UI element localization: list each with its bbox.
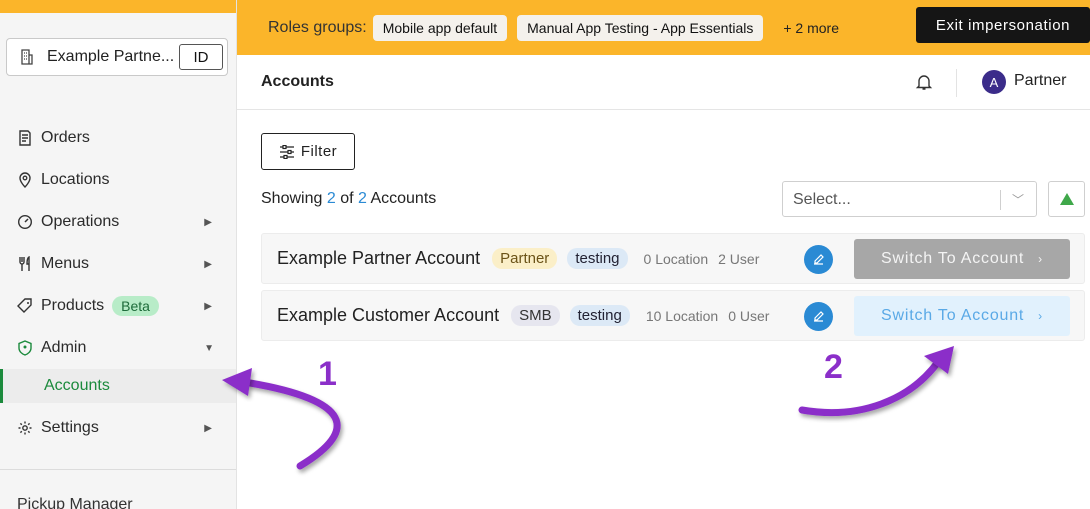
partner-name: Example Partne... — [47, 48, 175, 65]
beta-badge: Beta — [112, 296, 159, 316]
annotation-label-2: 2 — [824, 348, 843, 386]
location-count: 10 Location — [645, 307, 719, 324]
impersonation-banner: Roles groups: Mobile app default Manual … — [237, 0, 1090, 55]
showing-total: 2 — [357, 190, 367, 207]
avatar[interactable]: A — [982, 70, 1006, 94]
showing-count: 2 — [326, 190, 336, 207]
switch-label: Switch To Account — [881, 250, 1025, 267]
sliders-icon — [279, 144, 294, 159]
account-type-tag: SMB — [511, 305, 560, 326]
filter-label: Filter — [300, 143, 338, 160]
role-chip: Mobile app default — [372, 14, 508, 41]
tag-icon — [17, 298, 33, 314]
sidebar-item-settings[interactable]: Settings ▶ — [0, 407, 236, 449]
chevron-right-icon: ▶ — [204, 422, 212, 434]
shield-icon — [17, 340, 33, 356]
sidebar-item-label: Settings — [41, 419, 99, 436]
edit-account-button[interactable] — [804, 302, 833, 331]
bell-icon[interactable] — [915, 73, 933, 91]
chevron-right-icon: ▶ — [204, 258, 212, 270]
chevron-down-icon: ﹀ — [1012, 193, 1025, 207]
user-count: 2 User — [718, 250, 760, 267]
role-chip: Manual App Testing - App Essentials — [517, 14, 764, 41]
sidebar-item-operations[interactable]: Operations ▶ — [0, 201, 236, 243]
results-count: Showing 2 of 2 Accounts — [261, 190, 436, 208]
edit-account-button[interactable] — [804, 245, 833, 274]
sidebar-item-orders[interactable]: Orders — [0, 117, 236, 159]
account-name: Example Customer Account — [277, 305, 500, 325]
sidebar-item-label: Menus — [41, 255, 90, 272]
annotation-label-1: 1 — [318, 355, 337, 393]
exit-impersonation-button[interactable]: Exit impersonation — [916, 7, 1090, 43]
triangle-up-icon — [1059, 193, 1074, 205]
edit-icon — [814, 311, 824, 322]
switch-to-account-button[interactable]: Switch To Account › — [854, 239, 1070, 279]
gear-icon — [17, 420, 33, 436]
sidebar-item-label: Operations — [41, 213, 120, 230]
account-name: Example Partner Account — [277, 248, 481, 268]
chevron-right-icon: ▶ — [204, 216, 212, 228]
user-name[interactable]: Partner — [1014, 72, 1066, 90]
sidebar-top-accent — [0, 0, 236, 13]
page-header: Accounts A Partner — [237, 55, 1090, 110]
pickup-manager-link[interactable]: Pickup Manager — [17, 496, 133, 509]
chevron-right-icon: › — [1038, 252, 1043, 266]
sort-select[interactable]: Select... ﹀ — [782, 181, 1037, 217]
sidebar-item-menus[interactable]: Menus ▶ — [0, 243, 236, 285]
chevron-right-icon: ▶ — [204, 300, 212, 312]
chevron-down-icon: ▼ — [204, 342, 214, 354]
showing-suffix: Accounts — [370, 190, 437, 207]
user-count: 0 User — [728, 307, 770, 324]
sidebar-item-products[interactable]: Products Beta ▶ — [0, 285, 236, 327]
partner-id-badge[interactable]: ID — [179, 44, 223, 70]
annotation-arrow-2 — [798, 358, 942, 417]
showing-prefix: Showing — [261, 190, 323, 207]
account-row: Example Partner Account Partner testing … — [261, 233, 1085, 284]
gauge-icon — [17, 214, 33, 230]
more-roles-link[interactable]: + 2 more — [783, 20, 839, 36]
switch-label: Switch To Account — [881, 307, 1025, 324]
account-env-tag: testing — [567, 248, 628, 269]
sidebar: Example Partne... ID Orders Locations Op… — [0, 0, 237, 509]
account-env-tag: testing — [569, 305, 630, 326]
showing-of: of — [340, 190, 354, 207]
fork-knife-icon — [17, 256, 33, 272]
sidebar-subitem-accounts[interactable]: Accounts — [0, 369, 236, 403]
chevron-right-icon: › — [1038, 309, 1043, 323]
orders-icon — [17, 130, 33, 146]
location-count: 0 Location — [643, 250, 709, 267]
edit-icon — [814, 254, 824, 265]
sidebar-item-label: Orders — [41, 129, 90, 146]
sidebar-item-label: Products — [41, 297, 105, 314]
sidebar-item-label: Locations — [41, 171, 110, 188]
roles-label: Roles groups: — [268, 18, 367, 36]
header-divider — [956, 69, 957, 97]
sort-direction-button[interactable] — [1048, 181, 1085, 217]
sidebar-divider — [0, 469, 236, 470]
account-row: Example Customer Account SMB testing 10 … — [261, 290, 1085, 341]
filter-button[interactable]: Filter — [261, 133, 355, 170]
switch-to-account-button[interactable]: Switch To Account › — [854, 296, 1070, 336]
account-type-tag: Partner — [492, 248, 558, 269]
select-placeholder: Select... — [793, 191, 851, 208]
annotation-arrow-1 — [246, 379, 341, 470]
location-pin-icon — [17, 172, 33, 188]
select-divider — [1000, 190, 1001, 210]
annotation-arrowhead-2 — [924, 346, 954, 374]
partner-selector[interactable]: Example Partne... ID — [6, 38, 228, 76]
sidebar-nav: Orders Locations Operations ▶ Menus ▶ Pr… — [0, 117, 236, 449]
page-title: Accounts — [261, 73, 334, 90]
building-icon — [21, 49, 33, 65]
sidebar-item-label: Admin — [41, 339, 87, 356]
sidebar-item-admin[interactable]: Admin ▼ — [0, 327, 236, 369]
sidebar-item-locations[interactable]: Locations — [0, 159, 236, 201]
